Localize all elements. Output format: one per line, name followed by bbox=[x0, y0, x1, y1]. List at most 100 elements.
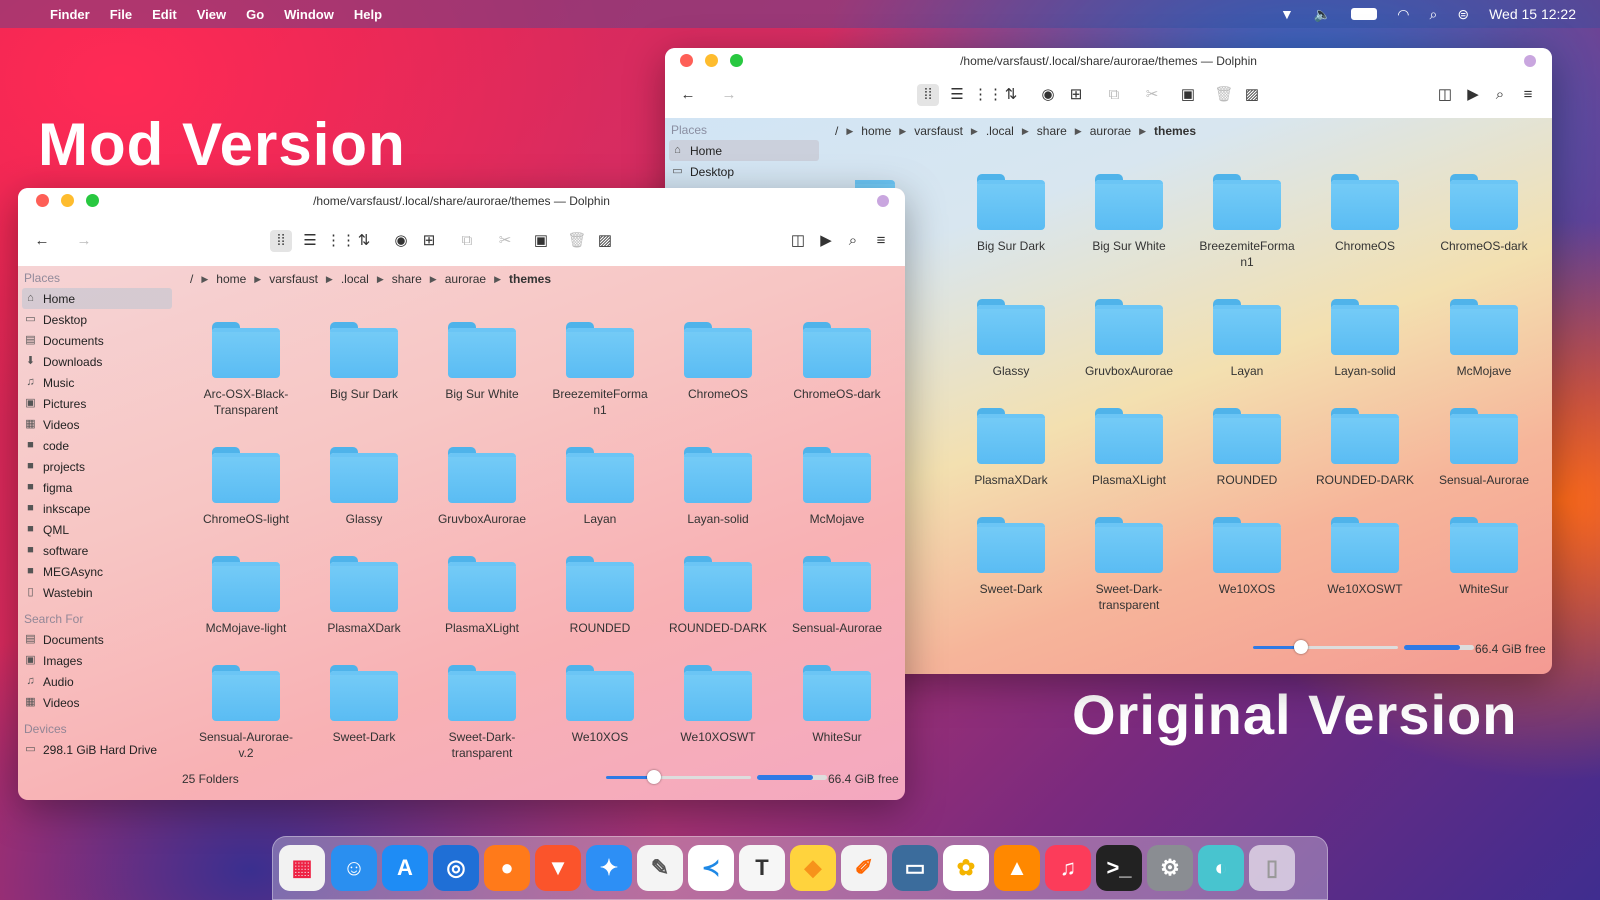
trash-icon[interactable]: 🗑 bbox=[566, 230, 588, 252]
new-folder-icon[interactable]: ⊞ bbox=[418, 230, 440, 252]
terminal-icon[interactable]: ▶ bbox=[1462, 84, 1484, 106]
menu-file[interactable]: File bbox=[100, 7, 142, 22]
terminal-icon[interactable]: >_ bbox=[1096, 845, 1142, 891]
paste-icon[interactable]: ▣ bbox=[530, 230, 552, 252]
control-center-icon[interactable]: ⊜ bbox=[1457, 6, 1469, 23]
pages-icon[interactable]: ✐ bbox=[841, 845, 887, 891]
vscode-icon[interactable]: ≺ bbox=[688, 845, 734, 891]
menu-go[interactable]: Go bbox=[236, 7, 274, 22]
cut-icon[interactable]: ✂ bbox=[494, 230, 516, 252]
split-view-icon[interactable]: ◫ bbox=[787, 230, 809, 252]
folder-item[interactable]: GruvboxAurorae bbox=[423, 447, 541, 527]
folder-item[interactable]: We10XOS bbox=[541, 665, 659, 745]
folder-item[interactable]: Big Sur Dark bbox=[305, 322, 423, 402]
system-preferences-icon[interactable]: ⚙ bbox=[1147, 845, 1193, 891]
menu-help[interactable]: Help bbox=[344, 7, 392, 22]
volume-icon[interactable]: 🔈 bbox=[1314, 6, 1331, 23]
compact-view-icon[interactable]: ⋮⋮ bbox=[973, 84, 1003, 106]
folder-item[interactable]: Glassy bbox=[305, 447, 423, 527]
folder-item[interactable]: BreezemiteForma n1 bbox=[1188, 174, 1306, 270]
folder-item[interactable]: ChromeOS bbox=[659, 322, 777, 402]
clock[interactable]: Wed 15 12:22 bbox=[1489, 6, 1576, 22]
folder-item[interactable]: WhiteSur bbox=[1425, 517, 1543, 597]
minimize-button[interactable] bbox=[61, 194, 74, 207]
folder-item[interactable]: Glassy bbox=[952, 299, 1070, 379]
maximize-button[interactable] bbox=[730, 54, 743, 67]
folder-item[interactable]: Sweet-Dark bbox=[305, 665, 423, 745]
menu-app-name[interactable]: Finder bbox=[40, 7, 100, 22]
wifi-icon[interactable]: ◠ bbox=[1397, 6, 1409, 23]
folder-item[interactable]: Layan bbox=[541, 447, 659, 527]
typora-icon[interactable]: T bbox=[739, 845, 785, 891]
image-icon[interactable]: ▨ bbox=[594, 230, 616, 252]
folder-item[interactable]: Layan bbox=[1188, 299, 1306, 379]
folder-item[interactable]: We10XOSWT bbox=[1306, 517, 1424, 597]
folder-item[interactable]: Layan-solid bbox=[659, 447, 777, 527]
folder-item[interactable]: BreezemiteForma n1 bbox=[541, 322, 659, 418]
close-button[interactable] bbox=[680, 54, 693, 67]
folder-item[interactable]: ROUNDED bbox=[1188, 408, 1306, 488]
folder-item[interactable]: Arc-OSX-Black- Transparent bbox=[187, 322, 305, 418]
safari-icon[interactable]: ✦ bbox=[586, 845, 632, 891]
folder-item[interactable]: Sweet-Dark bbox=[952, 517, 1070, 597]
folder-item[interactable]: WhiteSur bbox=[778, 665, 896, 745]
ubuntu-icon[interactable]: ◐ bbox=[1198, 845, 1244, 891]
menu-edit[interactable]: Edit bbox=[142, 7, 187, 22]
split-view-icon[interactable]: ◫ bbox=[1434, 84, 1456, 106]
folder-item[interactable]: PlasmaXLight bbox=[1070, 408, 1188, 488]
back-icon[interactable]: ← bbox=[31, 230, 53, 252]
folder-item[interactable]: Sensual-Aurorae bbox=[1425, 408, 1543, 488]
maximize-button[interactable] bbox=[86, 194, 99, 207]
paste-icon[interactable]: ▣ bbox=[1177, 84, 1199, 106]
brave-icon[interactable]: ▼ bbox=[535, 845, 581, 891]
chromium-icon[interactable]: ◎ bbox=[433, 845, 479, 891]
menu-window[interactable]: Window bbox=[274, 7, 344, 22]
zoom-knob[interactable] bbox=[646, 770, 661, 784]
close-button[interactable] bbox=[36, 194, 49, 207]
folder-item[interactable]: Sweet-Dark- transparent bbox=[423, 665, 541, 761]
zoom-knob[interactable] bbox=[1293, 640, 1308, 654]
terminal-icon[interactable]: ▶ bbox=[815, 230, 837, 252]
folder-item[interactable]: GruvboxAurorae bbox=[1070, 299, 1188, 379]
folder-item[interactable]: We10XOS bbox=[1188, 517, 1306, 597]
folder-item[interactable]: PlasmaXDark bbox=[305, 556, 423, 636]
folder-item[interactable]: ChromeOS-dark bbox=[778, 322, 896, 402]
folder-item[interactable]: PlasmaXLight bbox=[423, 556, 541, 636]
preview-icon[interactable]: ◉ bbox=[1037, 84, 1059, 106]
folder-item[interactable]: McMojave bbox=[778, 447, 896, 527]
folder-item[interactable]: Sensual-Aurorae- v.2 bbox=[187, 665, 305, 761]
details-view-icon[interactable]: ☰ bbox=[946, 84, 968, 106]
textedit-icon[interactable]: ✎ bbox=[637, 845, 683, 891]
forward-icon[interactable]: → bbox=[73, 230, 95, 252]
icons-view-icon[interactable]: ⁞⁞ bbox=[917, 84, 939, 106]
hamburger-menu-icon[interactable]: ≡ bbox=[870, 230, 892, 252]
folder-item[interactable]: McMojave bbox=[1425, 299, 1543, 379]
folder-item[interactable]: ROUNDED bbox=[541, 556, 659, 636]
preview-icon[interactable]: ▭ bbox=[892, 845, 938, 891]
battery-icon[interactable] bbox=[1351, 8, 1378, 20]
app-store-icon[interactable]: A bbox=[382, 845, 428, 891]
copy-icon[interactable]: ⧉ bbox=[456, 230, 478, 252]
folder-item[interactable]: Sensual-Aurorae bbox=[778, 556, 896, 636]
trash-icon[interactable]: ▯ bbox=[1249, 845, 1295, 891]
zoom-slider[interactable] bbox=[1253, 640, 1398, 654]
folder-item[interactable]: Big Sur Dark bbox=[952, 174, 1070, 254]
folder-item[interactable]: McMojave-light bbox=[187, 556, 305, 636]
folder-item[interactable]: Sweet-Dark- transparent bbox=[1070, 517, 1188, 613]
new-folder-icon[interactable]: ⊞ bbox=[1065, 84, 1087, 106]
pin-icon[interactable] bbox=[1524, 55, 1536, 67]
music-icon[interactable]: ♫ bbox=[1045, 845, 1091, 891]
launchpad-icon[interactable]: ▦ bbox=[279, 845, 325, 891]
copy-icon[interactable]: ⧉ bbox=[1103, 84, 1125, 106]
compact-view-icon[interactable]: ⋮⋮ bbox=[326, 230, 356, 252]
pin-icon[interactable] bbox=[877, 195, 889, 207]
hamburger-menu-icon[interactable]: ≡ bbox=[1517, 84, 1539, 106]
forward-icon[interactable]: → bbox=[718, 84, 740, 106]
folder-item[interactable]: Layan-solid bbox=[1306, 299, 1424, 379]
sort-icon[interactable]: ⇅ bbox=[1000, 84, 1022, 106]
photos-icon[interactable]: ✿ bbox=[943, 845, 989, 891]
finder-icon[interactable]: ☺ bbox=[331, 845, 377, 891]
folder-item[interactable]: PlasmaXDark bbox=[952, 408, 1070, 488]
zoom-slider[interactable] bbox=[606, 770, 751, 784]
folder-item[interactable]: ROUNDED-DARK bbox=[659, 556, 777, 636]
